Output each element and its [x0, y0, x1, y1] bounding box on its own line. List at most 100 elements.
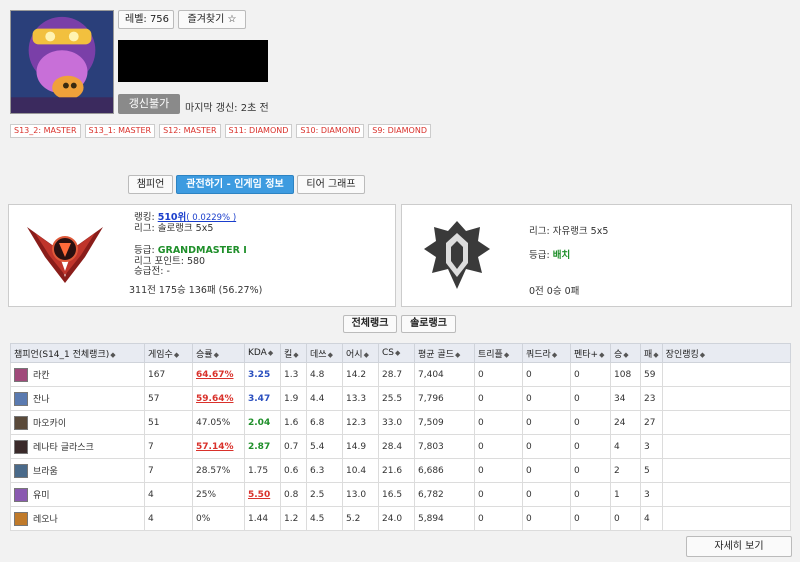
tab-tier-graph[interactable]: 티어 그래프 — [297, 175, 365, 194]
cs-cell: 16.5 — [378, 482, 415, 507]
assists-cell: 10.4 — [342, 458, 379, 483]
champion-renata-icon[interactable] — [14, 439, 28, 454]
games-cell: 4 — [144, 506, 193, 531]
col-wins[interactable]: 승◆ — [610, 343, 641, 363]
solo-record: 311전 175승 136패 (56.27%) — [129, 284, 263, 296]
champion-name[interactable]: 레나타 글라스크 — [33, 440, 94, 453]
gold-cell: 6,686 — [414, 458, 475, 483]
col-champion[interactable]: 챔피언(S14_1 전체랭크)◆ — [10, 343, 145, 363]
mastery-rank-cell — [661, 362, 792, 387]
champion-name[interactable]: 유미 — [33, 488, 50, 501]
deaths-cell: 2.5 — [306, 482, 343, 507]
champion-name[interactable]: 잔나 — [33, 392, 50, 405]
kda-cell: 1.75 — [248, 465, 269, 476]
penta-cell: 0 — [570, 506, 611, 531]
table-row: 유미 4 25% 5.50 0.8 2.5 13.0 16.5 6,782 0 … — [10, 482, 792, 507]
tier-value: GRANDMASTER I — [157, 245, 247, 256]
col-avg-gold[interactable]: 평균 골드◆ — [414, 343, 475, 363]
triple-cell: 0 — [474, 410, 523, 435]
flex-rank-panel: 리그: 자유랭크 5x5 등급: 배치 0전 0승 0패 — [401, 204, 792, 307]
assists-cell: 14.9 — [342, 434, 379, 459]
winrate-cell: 64.67% — [196, 369, 234, 380]
flex-record: 0전 0승 0패 — [529, 286, 580, 297]
col-triple[interactable]: 트리플◆ — [474, 343, 523, 363]
solo-rank-button[interactable]: 솔로랭크 — [401, 315, 456, 333]
mastery-rank-cell — [661, 410, 792, 435]
games-cell: 7 — [144, 458, 193, 483]
mastery-rank-cell — [661, 434, 792, 459]
champion-yuumi-icon[interactable] — [14, 487, 28, 502]
losses-cell: 5 — [640, 458, 663, 483]
champion-stats-table: 챔피언(S14_1 전체랭크)◆ 게임수◆ 승률◆ KDA◆ 킬◆ 데쓰◆ 어시… — [10, 343, 792, 531]
ranking-label: 랭킹: — [134, 212, 158, 223]
penta-cell: 0 — [570, 434, 611, 459]
col-kda[interactable]: KDA◆ — [244, 343, 281, 363]
losses-cell: 27 — [640, 410, 663, 435]
favorite-button[interactable]: 즐겨찾기 ☆ — [178, 10, 246, 29]
profile-avatar — [10, 10, 114, 114]
penta-cell: 0 — [570, 458, 611, 483]
deaths-cell: 6.3 — [306, 458, 343, 483]
avatar-image — [11, 11, 113, 113]
assists-cell: 13.3 — [342, 386, 379, 411]
triple-cell: 0 — [474, 362, 523, 387]
col-games[interactable]: 게임수◆ — [144, 343, 193, 363]
kills-cell: 1.2 — [280, 506, 307, 531]
champion-name[interactable]: 브라움 — [33, 464, 58, 477]
gold-cell: 7,404 — [414, 362, 475, 387]
deaths-cell: 4.8 — [306, 362, 343, 387]
col-losses[interactable]: 패◆ — [640, 343, 663, 363]
season-badge: S9: DIAMOND — [368, 124, 431, 138]
tab-champion[interactable]: 챔피언 — [128, 175, 173, 194]
table-row: 레나타 글라스크 7 57.14% 2.87 0.7 5.4 14.9 28.4… — [10, 434, 792, 459]
season-badge: S13_2: MASTER — [10, 124, 81, 138]
champion-braum-icon[interactable] — [14, 463, 28, 478]
tab-spectate[interactable]: 관전하기 - 인게임 정보 — [176, 175, 294, 194]
flex-tier-label: 등급: — [529, 250, 553, 261]
games-cell: 57 — [144, 386, 193, 411]
all-rank-button[interactable]: 전체랭크 — [343, 315, 397, 333]
kda-cell: 5.50 — [248, 489, 271, 500]
col-deaths[interactable]: 데쓰◆ — [306, 343, 343, 363]
losses-cell: 3 — [640, 482, 663, 507]
champion-leona-icon[interactable] — [14, 511, 28, 526]
triple-cell: 0 — [474, 434, 523, 459]
col-cs[interactable]: CS◆ — [378, 343, 415, 363]
solo-rank-panel: 랭킹: 510위( 0.0229% ) 리그: 솔로랭크 5x5 등급: GRA… — [8, 204, 396, 307]
col-quadra[interactable]: 쿼드라◆ — [522, 343, 571, 363]
champion-name[interactable]: 마오카이 — [33, 416, 66, 429]
wins-cell: 34 — [610, 386, 641, 411]
cs-cell: 33.0 — [378, 410, 415, 435]
deaths-cell: 4.5 — [306, 506, 343, 531]
kda-cell: 3.47 — [248, 393, 271, 404]
champion-janna-icon[interactable] — [14, 391, 28, 406]
quadra-cell: 0 — [522, 506, 571, 531]
winrate-cell: 59.64% — [196, 393, 234, 404]
col-mastery-rank[interactable]: 장인랭킹◆ — [661, 343, 792, 363]
season-badge: S13_1: MASTER — [84, 124, 156, 138]
col-kills[interactable]: 킬◆ — [280, 343, 307, 363]
deaths-cell: 4.4 — [306, 386, 343, 411]
wins-cell: 0 — [610, 506, 641, 531]
champion-name[interactable]: 레오나 — [33, 512, 58, 525]
kills-cell: 1.9 — [280, 386, 307, 411]
quadra-cell: 0 — [522, 482, 571, 507]
mastery-rank-cell — [661, 458, 792, 483]
col-winrate[interactable]: 승률◆ — [192, 343, 245, 363]
tier-label: 등급: — [134, 245, 158, 256]
gold-cell: 7,509 — [414, 410, 475, 435]
col-penta[interactable]: 펜타+◆ — [570, 343, 611, 363]
deaths-cell: 6.8 — [306, 410, 343, 435]
wins-cell: 1 — [610, 482, 641, 507]
col-assists[interactable]: 어시◆ — [342, 343, 379, 363]
ranking-link[interactable]: 510위 — [158, 212, 187, 223]
refresh-button[interactable]: 갱신불가 — [118, 94, 180, 114]
summoner-name-redacted — [118, 40, 268, 82]
grandmaster-emblem-icon — [27, 227, 103, 283]
games-cell: 4 — [144, 482, 193, 507]
triple-cell: 0 — [474, 458, 523, 483]
champion-rakan-icon[interactable] — [14, 367, 28, 382]
view-details-button[interactable]: 자세히 보기 — [686, 536, 792, 557]
champion-name[interactable]: 라칸 — [33, 368, 50, 381]
champion-maokai-icon[interactable] — [14, 415, 28, 430]
